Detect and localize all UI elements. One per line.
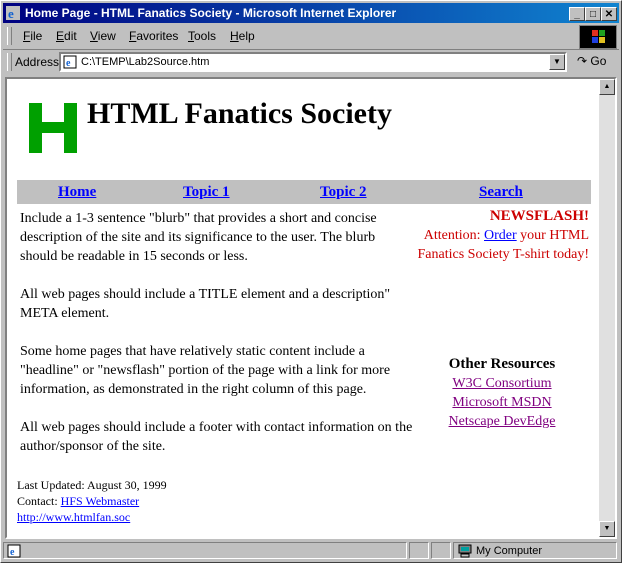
w3c-link[interactable]: W3C Consortium	[422, 374, 582, 393]
status-cell-1	[409, 542, 429, 559]
site-title: HTML Fanatics Society	[87, 97, 392, 130]
nav-bar: Home Topic 1 Topic 2 Search	[17, 180, 591, 204]
page-footer: Last Updated: August 30, 1999 Contact: H…	[17, 477, 167, 525]
menu-help[interactable]: Help	[230, 29, 255, 43]
blurb-paragraph: Include a 1-3 sentence "blurb" that prov…	[20, 211, 377, 264]
go-button[interactable]: ↷ Go	[577, 54, 606, 68]
hfs-logo-h	[29, 103, 77, 153]
contact-label: Contact:	[17, 494, 61, 508]
title-bar[interactable]: e Home Page - HTML Fanatics Society - Mi…	[3, 3, 619, 23]
html-page-icon: e	[63, 55, 77, 69]
windows-flag-icon	[592, 30, 605, 43]
menu-favorites[interactable]: Favorites	[129, 29, 178, 43]
window-title: Home Page - HTML Fanatics Society - Micr…	[25, 6, 397, 20]
address-grip	[7, 53, 12, 71]
nav-link-home[interactable]: Home	[58, 184, 96, 201]
minimize-button[interactable]: _	[569, 7, 585, 21]
vertical-scrollbar[interactable]: ▲ ▼	[599, 79, 615, 537]
page-viewport: HTML Fanatics Society Home Topic 1 Topic…	[5, 77, 617, 539]
newsflash-text-before: Attention:	[423, 228, 485, 243]
newsflash-heading: NEWSFLASH!	[489, 208, 589, 224]
address-dropdown-button[interactable]: ▼	[549, 54, 565, 70]
scroll-up-button[interactable]: ▲	[599, 79, 615, 95]
status-bar: e My Computer	[3, 541, 619, 560]
menu-bar: File Edit View Favorites Tools Help	[3, 25, 573, 47]
devedge-link[interactable]: Netscape DevEdge	[422, 412, 582, 431]
newsflash-info-paragraph: Some home pages that have relatively sta…	[20, 344, 391, 397]
other-resources: Other Resources W3C Consortium Microsoft…	[422, 355, 582, 431]
zone-label: My Computer	[476, 545, 543, 557]
site-url-link[interactable]: http://www.htmlfan.soc	[17, 510, 130, 524]
last-updated: Last Updated: August 30, 1999	[17, 478, 167, 492]
browser-window: e Home Page - HTML Fanatics Society - Mi…	[0, 0, 622, 563]
go-label: Go	[590, 54, 607, 68]
status-main: e	[3, 542, 407, 559]
menu-tools[interactable]: Tools	[188, 29, 216, 43]
svg-text:e: e	[8, 6, 14, 20]
web-page: HTML Fanatics Society Home Topic 1 Topic…	[7, 79, 597, 537]
contact-line: Contact: HFS Webmaster	[17, 493, 167, 509]
ie-logo-icon: e	[6, 6, 20, 20]
footer-info-paragraph: All web pages should include a footer wi…	[20, 420, 413, 454]
address-label: Address	[15, 55, 60, 69]
resources-heading: Other Resources	[448, 356, 556, 372]
close-button[interactable]: ✕	[601, 7, 617, 21]
nav-link-search[interactable]: Search	[479, 184, 523, 201]
newsflash-box: NEWSFLASH! Attention: Order your HTML Fa…	[399, 207, 589, 264]
msdn-link[interactable]: Microsoft MSDN	[422, 393, 582, 412]
scroll-down-button[interactable]: ▼	[599, 521, 615, 537]
address-bar: Address e ▼ ↷ Go	[3, 49, 619, 74]
status-cell-2	[431, 542, 451, 559]
menu-view[interactable]: View	[90, 29, 116, 43]
nav-link-topic-2[interactable]: Topic 2	[320, 184, 367, 201]
address-field[interactable]: e ▼	[59, 52, 567, 72]
menu-grip	[7, 27, 12, 45]
svg-text:e: e	[10, 547, 15, 558]
my-computer-icon	[458, 544, 472, 558]
webmaster-link[interactable]: HFS Webmaster	[61, 494, 139, 508]
title-meta-paragraph: All web pages should include a TITLE ele…	[20, 287, 391, 321]
go-arrow-icon: ↷	[577, 54, 588, 68]
page-status-icon: e	[7, 544, 21, 558]
nav-link-topic-1[interactable]: Topic 1	[183, 184, 230, 201]
menu-edit[interactable]: Edit	[56, 29, 77, 43]
order-link[interactable]: Order	[484, 228, 517, 243]
menu-file[interactable]: File	[23, 29, 42, 43]
maximize-button[interactable]: □	[585, 7, 601, 21]
windows-logo-throbber	[579, 25, 617, 49]
status-zone: My Computer	[453, 542, 617, 559]
svg-text:e: e	[66, 58, 71, 69]
address-input[interactable]	[81, 55, 551, 69]
